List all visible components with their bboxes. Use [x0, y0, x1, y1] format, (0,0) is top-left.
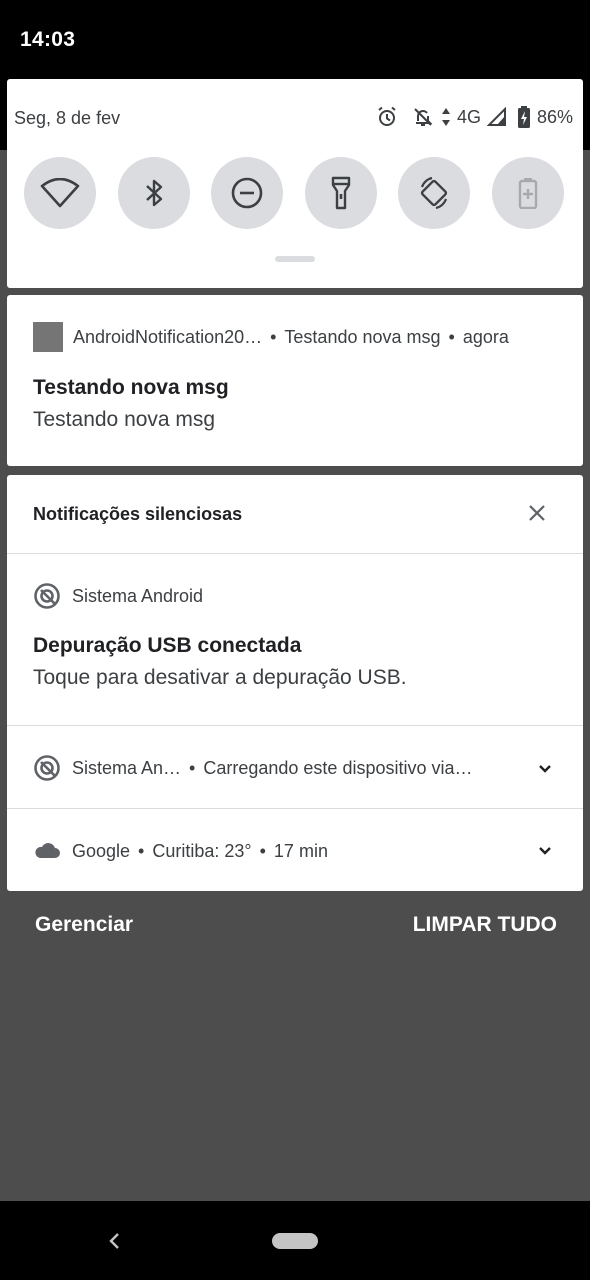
auto-rotate-icon: [416, 175, 452, 211]
flashlight-icon: [330, 176, 352, 210]
notification-text: Toque para desativar a depuração USB.: [33, 666, 407, 689]
silent-section-header: Notificações silenciosas: [33, 504, 243, 524]
android-system-icon: [33, 754, 61, 782]
notification-title: Depuração USB conectada: [33, 634, 302, 657]
notification-subtext: Testando nova msg: [284, 326, 441, 347]
app-name: AndroidNotification20…: [73, 326, 263, 347]
network-type-label: 4G: [456, 106, 481, 127]
notification-text: Testando nova msg: [33, 408, 216, 431]
expand-handle[interactable]: [275, 256, 315, 262]
data-arrows-icon: [441, 106, 451, 128]
do-not-disturb-tile[interactable]: [211, 157, 283, 229]
battery-saver-tile[interactable]: [492, 157, 564, 229]
home-pill[interactable]: [272, 1233, 318, 1249]
auto-rotate-tile[interactable]: [398, 157, 470, 229]
chevron-down-icon[interactable]: [537, 761, 553, 777]
status-bar: 14:03: [0, 0, 590, 80]
date-label[interactable]: Seg, 8 de fev: [14, 108, 120, 129]
notification-header: Sistema An… • Carregando este dispositiv…: [33, 754, 473, 782]
notification-title: Testando nova msg: [33, 376, 229, 399]
chevron-down-icon[interactable]: [537, 843, 553, 859]
app-icon: [33, 322, 63, 352]
battery-saver-icon: [518, 177, 538, 209]
clock: 14:03: [20, 28, 76, 51]
battery-charging-icon: [517, 105, 531, 129]
wifi-tile[interactable]: [24, 157, 96, 229]
notification-time: 17 min: [273, 840, 328, 861]
android-system-icon: [33, 582, 61, 610]
signal-icon: [486, 107, 507, 127]
battery-percent: 86%: [536, 106, 573, 127]
notification-header: Google • Curitiba: 23° • 17 min: [33, 837, 328, 865]
notification-header: Sistema Android: [33, 582, 203, 610]
quick-tiles: [24, 157, 569, 229]
bluetooth-tile[interactable]: [118, 157, 190, 229]
bluetooth-icon: [142, 177, 166, 209]
silent-notifications-card: Notificações silenciosas Sistema Android…: [7, 475, 583, 891]
divider: [7, 725, 583, 726]
alarm-icon: [375, 105, 399, 129]
do-not-disturb-icon: [230, 176, 264, 210]
notification-header: AndroidNotification20… • Testando nova m…: [33, 322, 509, 352]
back-icon[interactable]: [105, 1231, 123, 1251]
app-name: Google: [72, 840, 131, 861]
cloud-icon: [33, 837, 61, 865]
navigation-bar: [0, 1201, 590, 1280]
quick-settings-panel[interactable]: Seg, 8 de fev 4G 86%: [7, 79, 583, 288]
notification-summary: Curitiba: 23°: [152, 840, 252, 861]
close-icon[interactable]: [527, 503, 547, 523]
clear-all-button[interactable]: LIMPAR TUDO: [413, 913, 557, 937]
app-name: Sistema Android: [72, 585, 204, 606]
app-name: Sistema An…: [72, 757, 182, 778]
flashlight-tile[interactable]: [305, 157, 377, 229]
divider: [7, 553, 583, 554]
status-icons: 4G 86%: [375, 105, 573, 129]
notification-time: agora: [462, 326, 509, 347]
divider: [7, 808, 583, 809]
notification-summary: Carregando este dispositivo via…: [203, 757, 473, 778]
manage-button[interactable]: Gerenciar: [35, 913, 133, 937]
wifi-icon: [40, 178, 80, 208]
notifications-off-icon: [411, 105, 435, 129]
notification-card[interactable]: AndroidNotification20… • Testando nova m…: [7, 295, 583, 466]
